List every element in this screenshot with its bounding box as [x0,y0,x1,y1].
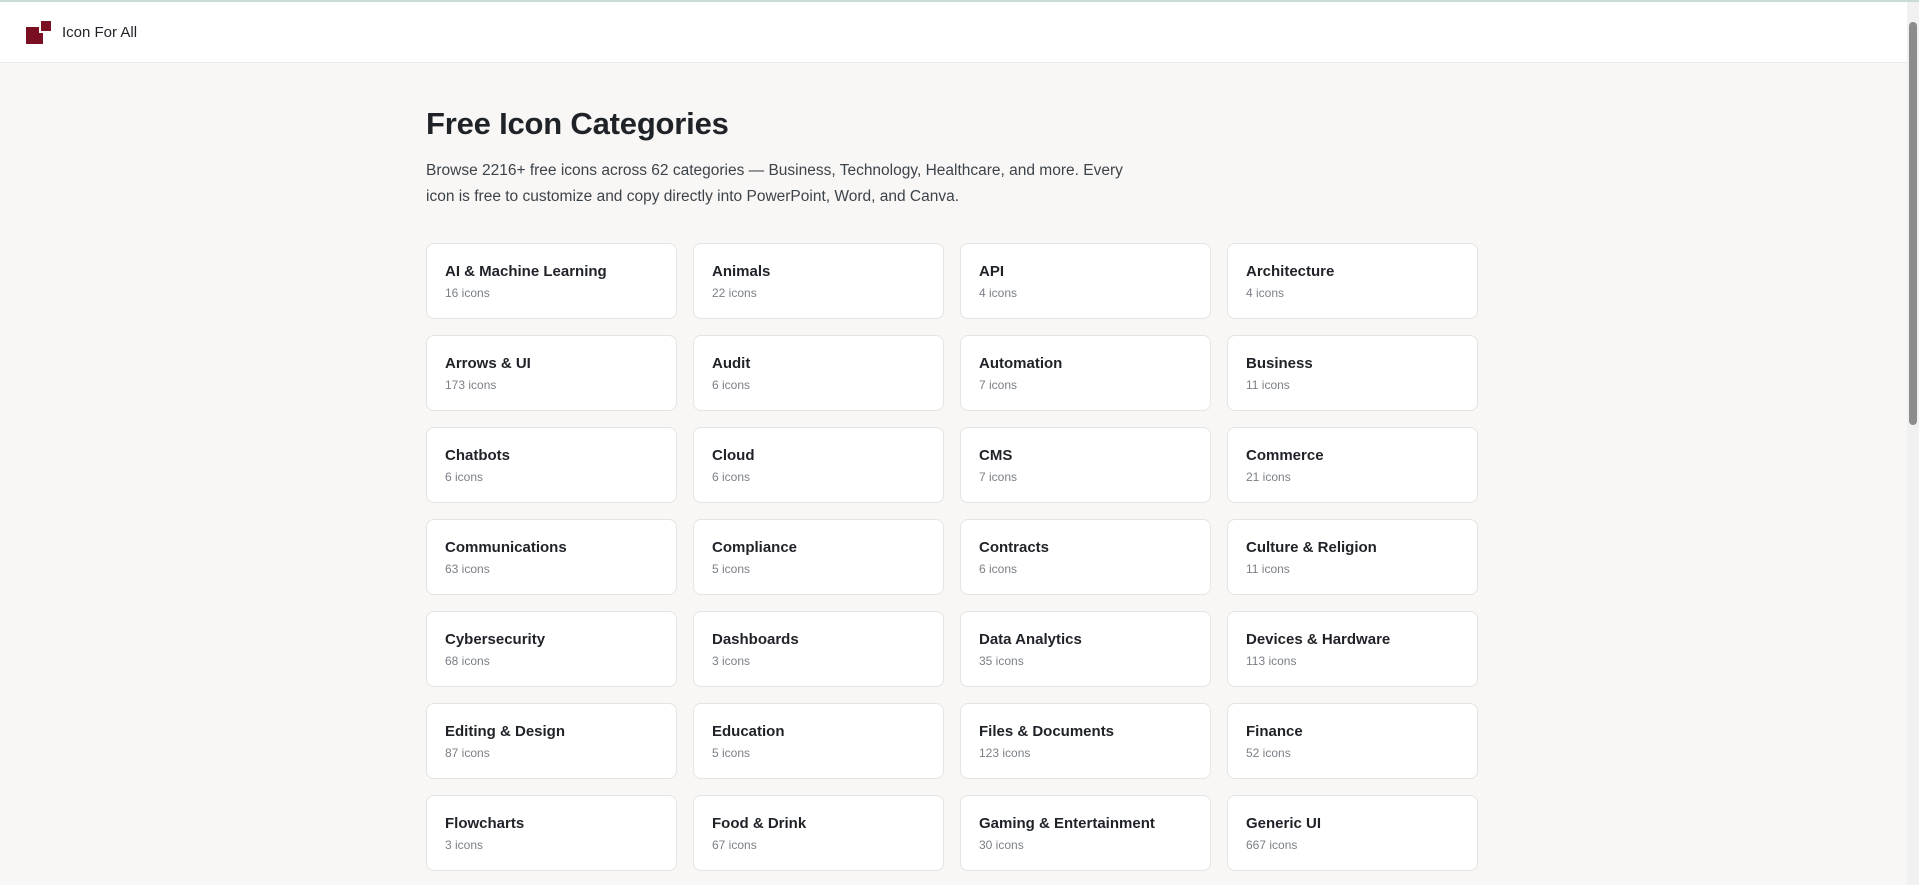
category-name: Finance [1246,723,1303,740]
category-card[interactable]: Finance 52 icons [1227,703,1478,779]
category-count: 3 icons [445,838,484,852]
category-name: Cybersecurity [445,631,546,648]
category-name: Data Analytics [979,631,1082,648]
category-card[interactable]: Dashboards 3 icons [693,611,944,687]
scrollbar-thumb[interactable] [1909,22,1917,425]
category-card[interactable]: Cloud 6 icons [693,427,944,503]
page-intro: Browse 2216+ free icons across 62 catego… [426,162,1123,205]
category-card[interactable]: Food & Drink 67 icons [693,795,944,871]
category-count: 123 icons [979,746,1031,760]
category-card[interactable]: Editing & Design 87 icons [426,703,677,779]
category-count: 87 icons [445,746,490,760]
category-name: AI & Machine Learning [445,263,607,280]
category-card[interactable]: Commerce 21 icons [1227,427,1478,503]
category-count: 63 icons [445,562,490,576]
category-count: 4 icons [1246,286,1285,300]
category-count: 11 icons [1246,378,1290,392]
category-name: CMS [979,447,1013,464]
category-card[interactable]: Communications 63 icons [426,519,677,595]
category-name: Gaming & Entertainment [979,815,1155,832]
brand-name[interactable]: Icon For All [62,24,137,41]
category-count: 113 icons [1246,654,1297,668]
category-name: Contracts [979,539,1050,556]
category-name: Generic UI [1246,815,1322,832]
site-header: Icon For All [0,2,1907,63]
category-count: 5 icons [712,746,751,760]
category-card[interactable]: Contracts 6 icons [960,519,1211,595]
category-count: 22 icons [712,286,757,300]
category-card[interactable]: Business 11 icons [1227,335,1478,411]
category-card[interactable]: Files & Documents 123 icons [960,703,1211,779]
category-name: Commerce [1246,447,1324,464]
category-name: Automation [979,355,1063,372]
page-scrollbar[interactable] [1907,2,1919,885]
category-card[interactable]: Animals 22 icons [693,243,944,319]
category-name: Compliance [712,539,798,556]
category-name: Audit [712,355,751,372]
category-count: 16 icons [445,286,490,300]
category-count: 35 icons [979,654,1024,668]
category-card[interactable]: Data Analytics 35 icons [960,611,1211,687]
category-name: Dashboards [712,631,799,648]
category-name: Education [712,723,785,740]
category-count: 173 icons [445,378,497,392]
category-card[interactable]: Devices & Hardware 113 icons [1227,611,1478,687]
category-count: 667 icons [1246,838,1298,852]
category-name: Animals [712,263,771,280]
category-count: 52 icons [1246,746,1291,760]
category-name: Cloud [712,447,755,464]
category-count: 6 icons [445,470,484,484]
category-card[interactable]: Education 5 icons [693,703,944,779]
category-card[interactable]: Cybersecurity 68 icons [426,611,677,687]
category-name: Chatbots [445,447,510,464]
category-card[interactable]: CMS 7 icons [960,427,1211,503]
category-count: 68 icons [445,654,490,668]
category-count: 67 icons [712,838,757,852]
category-name: Devices & Hardware [1246,631,1391,648]
category-name: Editing & Design [445,723,565,740]
category-card[interactable]: Flowcharts 3 icons [426,795,677,871]
category-card[interactable]: API 4 icons [960,243,1211,319]
category-grid: AI & Machine Learning 16 icons Animals 22 … [426,243,1480,871]
page-title: Free Icon Categories [426,106,729,141]
category-count: 7 icons [979,378,1018,392]
category-count: 30 icons [979,838,1024,852]
category-name: Architecture [1246,263,1335,280]
category-count: 6 icons [712,470,751,484]
category-card[interactable]: Audit 6 icons [693,335,944,411]
category-name: Business [1246,355,1313,372]
category-count: 6 icons [979,562,1018,576]
category-count: 3 icons [712,654,751,668]
category-card[interactable]: AI & Machine Learning 16 icons [426,243,677,319]
category-name: API [979,263,1005,280]
category-count: 11 icons [1246,562,1290,576]
category-count: 7 icons [979,470,1018,484]
category-name: Communications [445,539,567,556]
category-card[interactable]: Compliance 5 icons [693,519,944,595]
category-card[interactable]: Generic UI 667 icons [1227,795,1478,871]
category-name: Culture & Religion [1246,539,1377,556]
category-card[interactable]: Architecture 4 icons [1227,243,1478,319]
category-count: 21 icons [1246,470,1291,484]
category-count: 4 icons [979,286,1018,300]
category-count: 5 icons [712,562,751,576]
category-count: 6 icons [712,378,751,392]
category-card[interactable]: Automation 7 icons [960,335,1211,411]
main-content: Free Icon Categories Browse 2216+ free i… [426,62,1480,871]
category-card[interactable]: Arrows & UI 173 icons [426,335,677,411]
category-card[interactable]: Culture & Religion 11 icons [1227,519,1478,595]
category-card[interactable]: Gaming & Entertainment 30 icons [960,795,1211,871]
category-name: Arrows & UI [445,355,531,372]
category-name: Food & Drink [712,815,807,832]
category-card[interactable]: Chatbots 6 icons [426,427,677,503]
category-name: Flowcharts [445,815,525,832]
logo-square-small [39,20,51,33]
category-name: Files & Documents [979,723,1115,740]
icon-for-all-logo-icon[interactable] [26,20,51,44]
